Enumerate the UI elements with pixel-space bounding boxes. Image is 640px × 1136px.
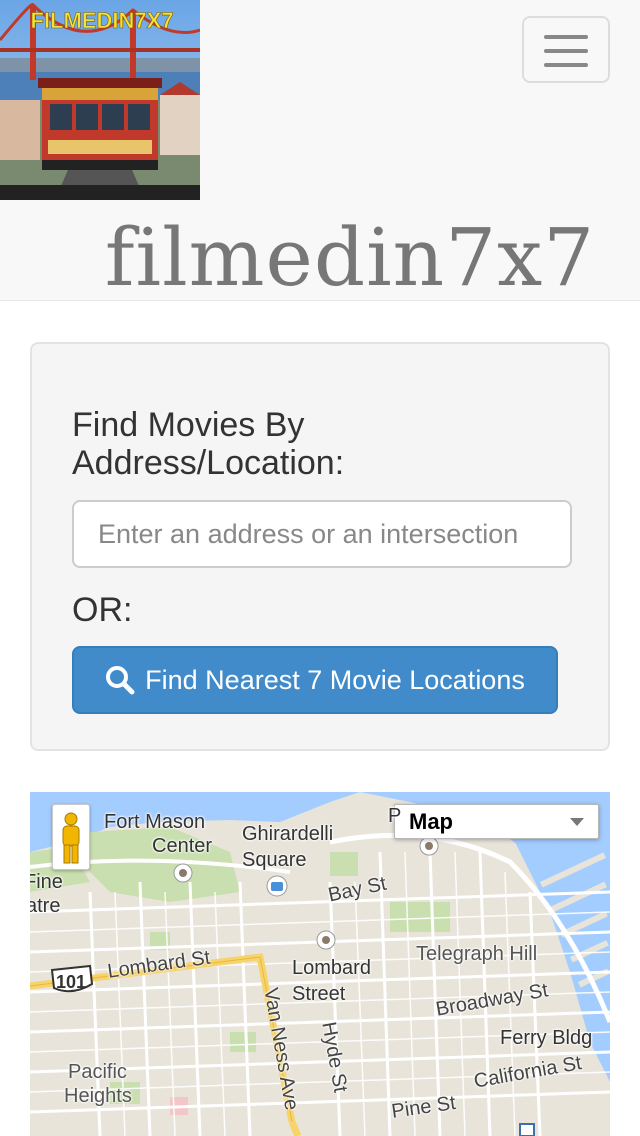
- map-label-fine: Fine: [30, 871, 63, 893]
- find-nearest-label: Find Nearest 7 Movie Locations: [145, 664, 525, 695]
- pegman-icon: [62, 812, 80, 864]
- search-icon: [106, 666, 135, 695]
- map-type-label: Map: [409, 809, 453, 834]
- navbar: FILMEDIN7X7 filmedin7x7: [0, 0, 640, 304]
- map-label-pacific: Pacific: [68, 1061, 127, 1083]
- street-view-pegman[interactable]: [52, 804, 90, 870]
- hamburger-icon-bar: [544, 49, 588, 53]
- map-label-lombard: Lombard: [292, 957, 371, 979]
- site-logo[interactable]: FILMEDIN7X7: [0, 0, 200, 200]
- map-label-ferry-bldg: Ferry Bldg: [500, 1027, 593, 1049]
- map-label-telegraph-hill: Telegraph Hill: [416, 943, 538, 965]
- map-label-square: Square: [242, 849, 307, 871]
- find-nearest-button[interactable]: Find Nearest 7 Movie Locations: [72, 646, 558, 714]
- search-panel: Find Movies By Address/Location: OR: Fin…: [30, 342, 610, 751]
- hamburger-icon-bar: [544, 63, 588, 67]
- search-heading: Find Movies By Address/Location:: [72, 406, 345, 482]
- chevron-down-icon: [570, 818, 584, 826]
- map-label-heights: Heights: [64, 1085, 132, 1107]
- map-label-fort-mason: Fort Mason: [104, 811, 206, 833]
- map-label-atre: atre: [30, 895, 61, 917]
- map-type-dropdown[interactable]: Map: [394, 804, 599, 839]
- map-view[interactable]: Map Fort Mason Center Ghirardelli Square…: [30, 792, 610, 1136]
- hamburger-icon-bar: [544, 35, 588, 39]
- map-label-center: Center: [152, 835, 213, 857]
- menu-toggle-button[interactable]: [522, 16, 610, 83]
- map-label-ghirardelli: Ghirardelli: [242, 823, 334, 845]
- or-label: OR:: [72, 591, 133, 629]
- map-label-hwy-101: 101: [56, 972, 87, 992]
- map-label-street: Street: [292, 983, 346, 1005]
- logo-text: FILMEDIN7X7: [30, 8, 173, 33]
- map-label-partial: P: [388, 805, 402, 827]
- brand-title[interactable]: filmedin7x7: [0, 208, 640, 308]
- address-input[interactable]: [72, 500, 572, 568]
